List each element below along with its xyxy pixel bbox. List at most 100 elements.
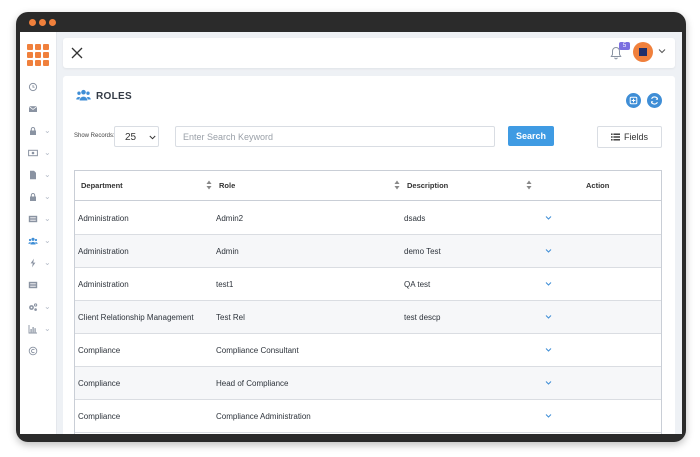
- cell-role: Admin: [216, 247, 239, 256]
- show-records-label: Show Records:: [74, 133, 115, 139]
- cell-department: Administration: [78, 280, 129, 289]
- chevron-down-icon[interactable]: [545, 380, 552, 386]
- table-row[interactable]: Client Relationship Management Test Rel …: [75, 301, 661, 334]
- fields-button-label: Fields: [623, 132, 648, 142]
- sidebar-item-dashboard[interactable]: [20, 79, 57, 95]
- cell-role: Test Rel: [216, 313, 245, 322]
- table-row[interactable]: Administration Admin demo Test: [75, 235, 661, 268]
- header-description[interactable]: Description: [407, 181, 448, 190]
- chevron-down-icon[interactable]: [545, 413, 552, 419]
- close-icon[interactable]: [71, 47, 83, 59]
- window-dot[interactable]: [39, 19, 46, 26]
- table-row[interactable]: Compliance Compliance Consultant: [75, 334, 661, 367]
- top-bar: 5: [63, 38, 675, 68]
- cogs-icon: [29, 303, 38, 311]
- app-logo[interactable]: [27, 44, 49, 66]
- bar-chart-icon: [28, 325, 37, 334]
- sidebar-item-documents[interactable]: ⌄: [20, 167, 57, 183]
- chevron-down-icon: ⌄: [44, 148, 51, 157]
- users-icon: [76, 89, 91, 101]
- plus-square-icon: [629, 96, 638, 105]
- sidebar-item-finance[interactable]: ⌄: [20, 145, 57, 161]
- sort-icon[interactable]: [206, 180, 212, 190]
- sort-icon[interactable]: [394, 180, 400, 190]
- cell-department: Administration: [78, 247, 129, 256]
- sidebar-item-analytics[interactable]: ⌄: [20, 321, 57, 337]
- header-action: Action: [586, 181, 610, 190]
- table-row[interactable]: Compliance Head of Compliance: [75, 367, 661, 400]
- chevron-down-icon: ⌄: [44, 302, 51, 311]
- window-dot[interactable]: [49, 19, 56, 26]
- chevron-down-icon[interactable]: [545, 215, 552, 221]
- show-records-select[interactable]: 25: [114, 126, 159, 147]
- notification-badge: 5: [619, 42, 630, 50]
- cell-role: Head of Compliance: [216, 379, 289, 388]
- add-button[interactable]: [626, 93, 641, 108]
- sidebar-item-settings[interactable]: ⌄: [20, 299, 57, 315]
- cell-description: dsads: [404, 214, 426, 223]
- cell-description: demo Test: [404, 247, 441, 256]
- cell-department: Compliance: [78, 346, 121, 355]
- copyright-icon: [28, 346, 38, 356]
- chevron-down-icon: ⌄: [44, 214, 51, 223]
- sidebar-item-security[interactable]: ⌄: [20, 123, 57, 139]
- chevron-down-icon[interactable]: [545, 314, 552, 320]
- sidebar-item-about[interactable]: [20, 343, 57, 359]
- chevron-down-icon: ⌄: [44, 236, 51, 245]
- window-dot[interactable]: [29, 19, 36, 26]
- header-department[interactable]: Department: [81, 181, 123, 190]
- search-button[interactable]: Search: [508, 126, 554, 146]
- list-icon: [610, 133, 620, 141]
- lock-icon: [30, 193, 36, 201]
- cell-department: Administration: [78, 214, 129, 223]
- chevron-down-icon: ⌄: [44, 126, 51, 135]
- cell-role: Compliance Consultant: [216, 346, 299, 355]
- roles-panel: ROLES Show Records: 25 Search Fields: [63, 76, 675, 434]
- cell-department: Client Relationship Management: [78, 313, 194, 322]
- list-icon: [28, 281, 38, 289]
- chevron-down-icon[interactable]: [545, 347, 552, 353]
- header-role[interactable]: Role: [219, 181, 235, 190]
- sidebar-item-users[interactable]: ⌄: [20, 233, 57, 249]
- chevron-down-icon: ⌄: [44, 192, 51, 201]
- app-window: ⌄ ⌄ ⌄ ⌄ ⌄ ⌄ ⌄ ⌄ ⌄ 5 ROLES Show Records: …: [20, 32, 682, 434]
- cell-description: test descp: [404, 313, 441, 322]
- sidebar-item-lists[interactable]: ⌄: [20, 211, 57, 227]
- sidebar-item-reports[interactable]: [20, 277, 57, 293]
- fields-button[interactable]: Fields: [597, 126, 662, 148]
- avatar[interactable]: [633, 42, 653, 62]
- table-row[interactable]: Administration Admin2 dsads: [75, 202, 661, 235]
- sidebar-item-automation[interactable]: ⌄: [20, 255, 57, 271]
- clock-icon: [28, 82, 38, 92]
- search-input[interactable]: [175, 126, 495, 147]
- page-title: ROLES: [96, 91, 132, 102]
- cell-description: QA test: [404, 280, 431, 289]
- file-icon: [30, 170, 36, 180]
- chevron-down-icon: [149, 135, 156, 140]
- bolt-icon: [30, 258, 36, 268]
- table-row[interactable]: Administration test1 QA test: [75, 268, 661, 301]
- chevron-down-icon: ⌄: [44, 258, 51, 267]
- cell-department: Compliance: [78, 412, 121, 421]
- show-records-value: 25: [125, 132, 137, 143]
- cell-role: test1: [216, 280, 234, 289]
- device-frame: ⌄ ⌄ ⌄ ⌄ ⌄ ⌄ ⌄ ⌄ ⌄ 5 ROLES Show Records: …: [16, 12, 686, 442]
- refresh-button[interactable]: [647, 93, 662, 108]
- chevron-down-icon: ⌄: [44, 324, 51, 333]
- chevron-down-icon[interactable]: [545, 248, 552, 254]
- money-icon: [28, 149, 38, 157]
- table-row[interactable]: Compliance Compliance Administration: [75, 400, 661, 433]
- cell-role: Compliance Administration: [216, 412, 311, 421]
- cell-department: Compliance: [78, 379, 121, 388]
- envelope-icon: [28, 106, 38, 112]
- chevron-down-icon[interactable]: [545, 281, 552, 287]
- users-icon: [28, 237, 38, 245]
- lock-icon: [30, 127, 36, 135]
- sidebar-item-access[interactable]: ⌄: [20, 189, 57, 205]
- cell-role: Admin2: [216, 214, 244, 223]
- sort-icon[interactable]: [526, 180, 532, 190]
- sidebar: ⌄ ⌄ ⌄ ⌄ ⌄ ⌄ ⌄ ⌄ ⌄: [20, 32, 57, 434]
- chevron-down-icon[interactable]: [658, 47, 666, 55]
- sidebar-item-mail[interactable]: [20, 101, 57, 117]
- roles-table: Department Role Description Action Admin…: [74, 170, 662, 434]
